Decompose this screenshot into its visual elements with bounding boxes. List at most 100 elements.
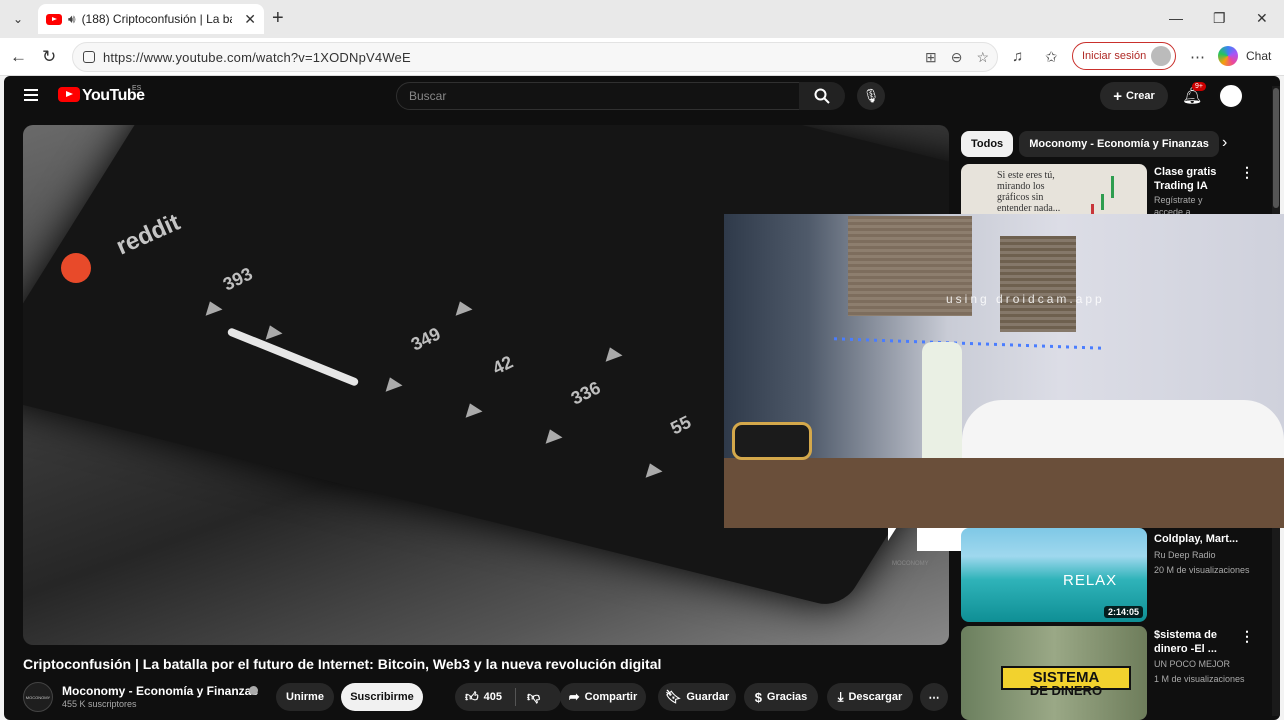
recommendation-title-line: dinero -El ... — [1154, 643, 1217, 655]
new-tab-button[interactable]: + — [272, 8, 284, 28]
back-button[interactable]: ← — [10, 47, 27, 67]
channel-name[interactable]: Moconomy - Economía y Finanzas — [62, 684, 258, 698]
thumbs-up-icon[interactable]: 👍︎ — [465, 689, 479, 705]
save-button[interactable]: 🔖︎ Guardar — [658, 683, 736, 711]
more-options-icon[interactable]: ⋯ — [1190, 48, 1205, 66]
favorite-star-icon[interactable]: ☆ — [976, 49, 989, 66]
related-filter-chips: Todos Moconomy - Economía y Finanzas — [961, 131, 1219, 157]
menu-icon[interactable] — [24, 89, 38, 101]
url-text: https://www.youtube.com/watch?v=1XODNpV4… — [103, 49, 411, 65]
thumbnail-text: RELAX — [1063, 572, 1118, 589]
chevron-down-icon: ⌄ — [12, 12, 24, 26]
share-icon: ➦ — [568, 689, 580, 704]
create-button[interactable]: + Crear — [1100, 82, 1168, 110]
bookmark-icon: 🔖︎ — [664, 689, 682, 704]
app-available-icon[interactable]: ⊞ — [925, 49, 937, 66]
youtube-favicon-icon — [46, 13, 62, 25]
recommendation-title-line: $sistema de — [1154, 629, 1217, 641]
recommendation-meta-line: Regístrate y — [1154, 195, 1203, 205]
chevron-right-icon[interactable]: › — [1222, 134, 1227, 152]
droidcam-watermark: using droidcam.app — [946, 292, 1105, 306]
candlestick-mark — [1111, 176, 1114, 198]
divider — [514, 688, 516, 706]
download-button[interactable]: ⤓ Descargar — [827, 683, 913, 711]
chip-channel[interactable]: Moconomy - Economía y Finanzas — [1019, 131, 1219, 157]
camera-device — [732, 422, 812, 460]
thumbnail-text: Si este eres tú, mirando los gráficos si… — [997, 170, 1061, 214]
share-button[interactable]: ➦ Compartir — [560, 683, 646, 711]
recommendation-title-line: Trading IA — [1154, 180, 1208, 192]
webcam-overlay: using droidcam.app — [724, 214, 1284, 528]
site-info-icon[interactable] — [83, 51, 95, 63]
youtube-logo-icon[interactable] — [58, 87, 80, 102]
recommendation-channel[interactable]: UN POCO MEJOR — [1154, 658, 1230, 670]
thumbnail-text: DE DINERO — [1029, 683, 1103, 698]
speaker-icon[interactable]: 🔊︎ — [68, 12, 76, 27]
super-thanks-icon: $ — [754, 689, 762, 705]
like-count[interactable]: 405 — [484, 691, 502, 703]
desk-surface — [724, 458, 1284, 528]
channel-avatar[interactable]: MOCONOMY — [23, 682, 53, 712]
sign-in-button[interactable]: Iniciar sesión — [1072, 42, 1176, 70]
verified-badge-icon — [249, 686, 258, 695]
sign-in-label: Iniciar sesión — [1082, 50, 1147, 62]
candlestick-mark — [1101, 194, 1104, 210]
search-button[interactable] — [799, 82, 845, 110]
video-watermark-text: MOCONOMY — [892, 561, 929, 567]
search-icon — [814, 88, 830, 104]
browser-tabstrip: ⌄ 🔊︎ (188) Criptoconfusión | La bata ✕ +… — [0, 0, 1284, 38]
scrollbar-thumb[interactable] — [1273, 88, 1279, 208]
favorites-icon[interactable]: ✩ — [1045, 48, 1058, 66]
notifications-badge: 9+ — [1192, 82, 1206, 91]
reload-button[interactable]: ↻ — [42, 47, 56, 67]
browser-tab-active[interactable]: 🔊︎ (188) Criptoconfusión | La bata ✕ — [38, 4, 264, 34]
voice-search-button[interactable]: 🎙︎ — [857, 82, 885, 110]
close-tab-icon[interactable]: ✕ — [244, 11, 256, 28]
recommendation-channel[interactable]: Ru Deep Radio — [1154, 549, 1216, 561]
recommendation-views: 1 M de visualizaciones — [1154, 674, 1245, 684]
thanks-label: Gracias — [766, 691, 808, 703]
profile-avatar-icon — [1151, 46, 1171, 66]
save-label: Guardar — [686, 691, 730, 703]
plus-icon: + — [1113, 87, 1122, 105]
more-actions-icon[interactable]: ⋮ — [1240, 164, 1254, 181]
tab-actions-menu-button[interactable]: ⌄ — [6, 7, 30, 31]
recommendation-views: 20 M de visualizaciones — [1154, 565, 1250, 575]
chat-label[interactable]: Chat — [1246, 49, 1271, 63]
subscriber-count: 455 K suscriptores — [62, 699, 137, 709]
more-actions-icon[interactable]: ⋮ — [1240, 628, 1254, 645]
more-actions-button[interactable]: ⋯ — [920, 683, 948, 711]
window-blind — [1000, 236, 1076, 332]
download-icon: ⤓ — [837, 689, 844, 704]
chip-all[interactable]: Todos — [961, 131, 1014, 157]
maximize-button[interactable]: ❐ — [1213, 10, 1226, 27]
subscribe-button[interactable]: Suscribirme — [341, 683, 423, 711]
recommendation-thumbnail[interactable]: SISTEMA DE DINERO — [961, 626, 1147, 720]
microphone-icon: 🎙︎ — [862, 88, 880, 103]
led-strip — [834, 337, 1104, 350]
close-window-button[interactable]: ✕ — [1256, 10, 1268, 27]
user-avatar[interactable] — [1218, 83, 1244, 109]
recommendation-title[interactable]: Clase gratis Trading IA — [1154, 165, 1254, 193]
video-title: Criptoconfusión | La batalla por el futu… — [23, 656, 662, 672]
minimize-button[interactable]: — — [1169, 10, 1183, 26]
country-code: ES — [132, 85, 142, 92]
address-bar[interactable]: https://www.youtube.com/watch?v=1XODNpV4… — [72, 42, 998, 72]
download-label: Descargar — [848, 691, 903, 703]
thanks-button[interactable]: $ Gracias — [744, 683, 818, 711]
join-button[interactable]: Unirme — [276, 683, 334, 711]
more-horizontal-icon: ⋯ — [928, 691, 940, 704]
like-dislike-group: 👍︎ 405 👎︎ — [455, 683, 561, 711]
recommendation-title[interactable]: Coldplay, Mart... — [1154, 532, 1254, 546]
thumbs-down-icon[interactable]: 👎︎ — [527, 689, 540, 705]
recommendation-thumbnail[interactable]: RELAX 2:14:05 — [961, 528, 1147, 622]
search-input[interactable]: Buscar — [396, 82, 800, 110]
copilot-icon[interactable] — [1218, 46, 1238, 66]
share-label: Compartir — [584, 691, 638, 703]
media-control-icon[interactable]: ♫ — [1012, 48, 1023, 65]
zoom-icon[interactable]: ⊖ — [951, 49, 963, 66]
recommendation-title[interactable]: $sistema de dinero -El ... — [1154, 628, 1254, 656]
reddit-logo-icon — [61, 253, 91, 283]
channel-avatar-text: MOCONOMY — [25, 695, 51, 700]
video-duration: 2:14:05 — [1103, 606, 1143, 618]
